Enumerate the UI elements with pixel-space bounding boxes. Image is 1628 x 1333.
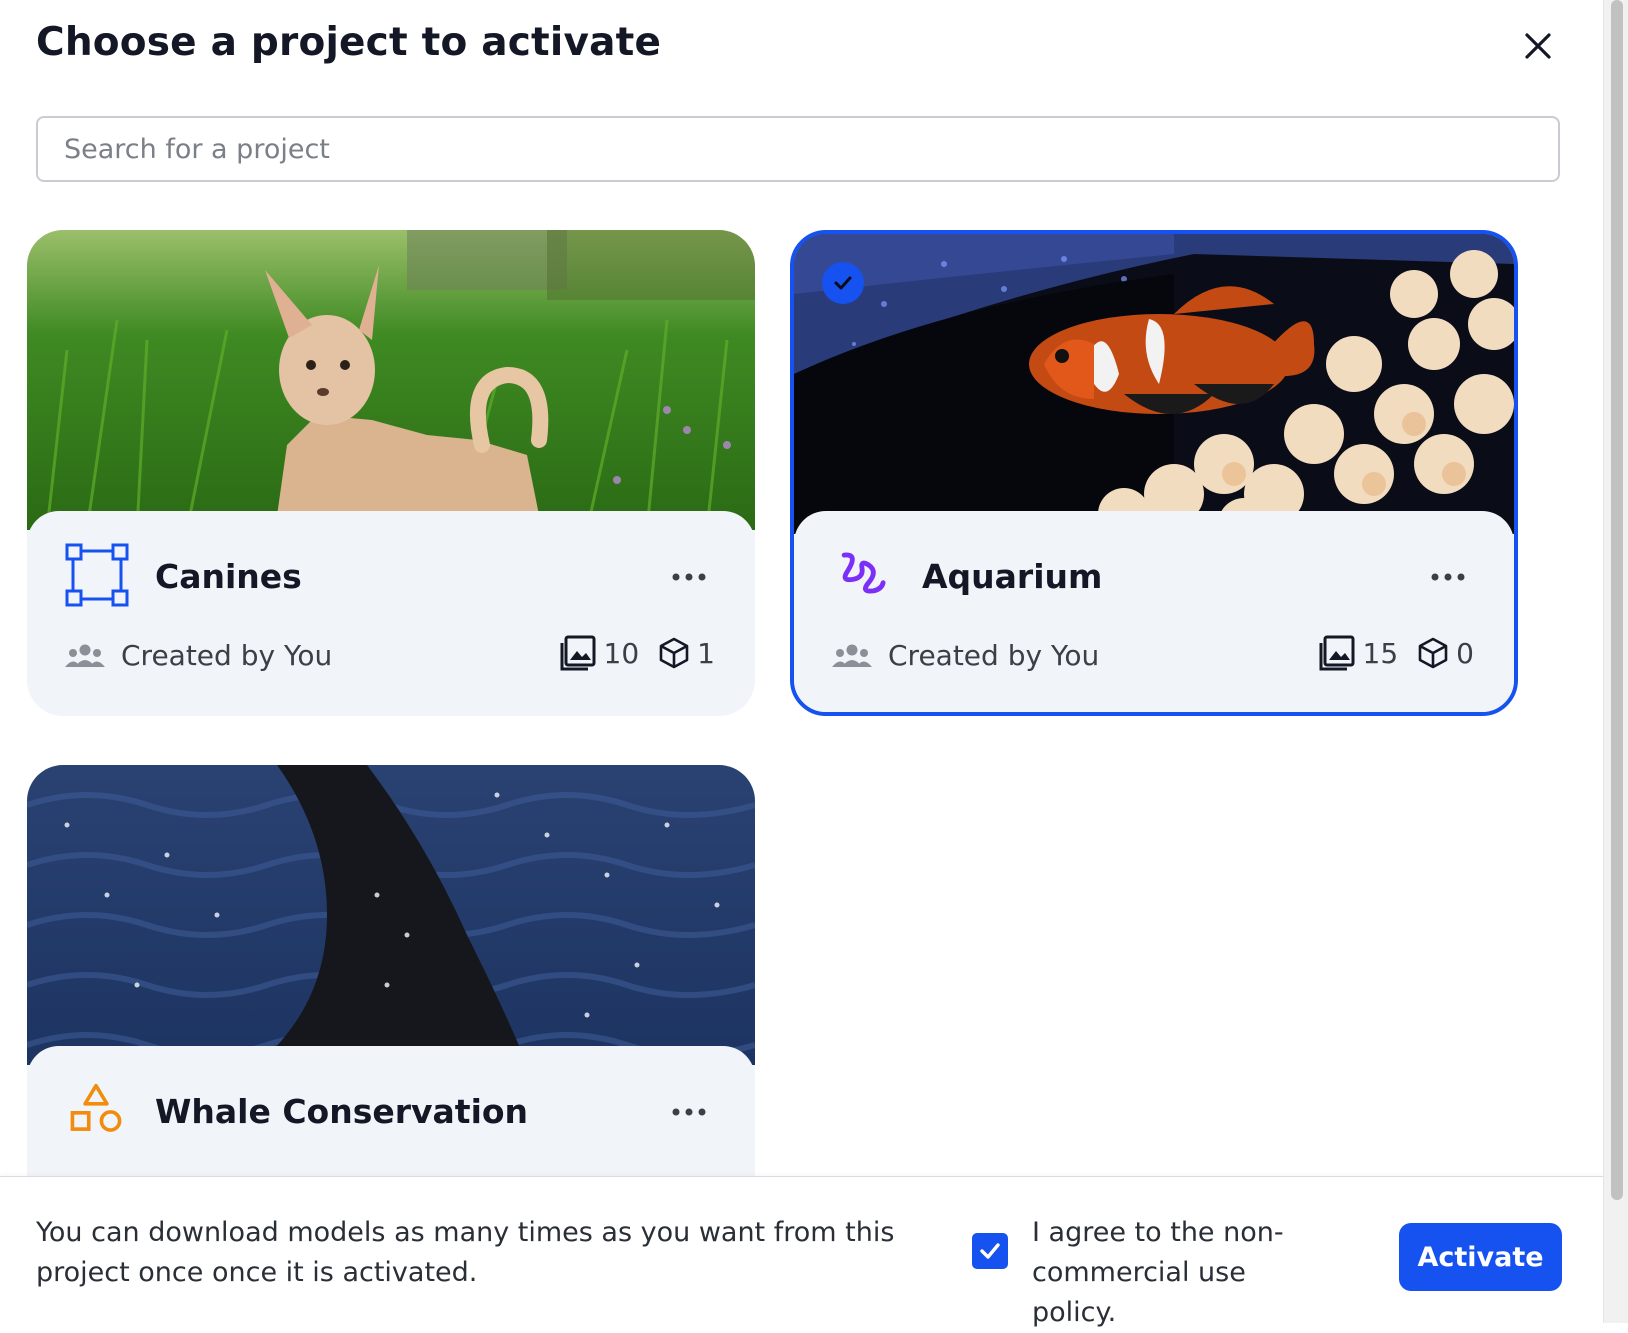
more-options-button[interactable] [1426,565,1470,589]
model-count-stat: 0 [1418,637,1474,670]
project-thumbnail-aquarium [794,234,1514,534]
project-stats: 15 0 [1319,635,1474,671]
scrollbar-thumb[interactable] [1611,0,1623,1200]
more-options-button[interactable] [667,565,711,589]
shapes-icon [70,1083,122,1132]
project-thumbnail-canines [27,230,755,530]
model-count: 1 [697,636,715,670]
model-count: 0 [1456,636,1474,670]
activate-project-dialog: Choose a project to activate Search for … [0,0,1603,1328]
creator-label: Created by You [888,639,1100,672]
cube-icon [1418,637,1448,669]
users-icon [832,644,872,667]
project-name: Canines [155,557,302,596]
agree-policy-checkbox[interactable] [972,1233,1008,1269]
download-info-text: You can download models as many times as… [36,1217,895,1288]
close-button[interactable] [1516,24,1560,68]
images-icon [560,635,596,671]
activate-button[interactable]: Activate [1399,1223,1562,1291]
squiggle-icon [841,552,886,594]
model-count-stat: 1 [659,637,715,670]
image-count-stat: 10 [560,635,640,671]
agree-policy-label: I agree to the non-commercial use policy… [1032,1217,1284,1328]
project-info: Aquarium Created by You 15 0 [794,511,1514,712]
dialog-title: Choose a project to activate [36,20,662,65]
bounding-box-icon [65,543,129,607]
project-name: Whale Conservation [155,1092,529,1131]
dialog-footer: You can download models as many times as… [0,1176,1603,1328]
check-icon [834,276,852,290]
image-count-stat: 15 [1319,635,1399,671]
images-icon [1319,635,1355,671]
users-icon [65,644,105,667]
project-thumbnail-whale-conservation [27,765,755,1065]
selected-check-badge [822,262,864,304]
image-count: 15 [1362,636,1399,670]
project-stats: 10 1 [560,635,715,671]
project-name: Aquarium [922,557,1103,596]
cube-icon [659,637,689,669]
image-count: 10 [603,636,640,670]
project-creator: Created by You [832,639,1099,672]
more-options-button[interactable] [667,1100,711,1124]
more-horizontal-icon [672,1108,706,1116]
scrollbar[interactable] [1603,0,1628,1323]
creator-label: Created by You [121,639,333,672]
search-input[interactable] [36,116,1560,182]
more-horizontal-icon [1431,573,1465,581]
project-creator: Created by You [65,639,332,672]
close-icon [1525,33,1551,59]
project-card-aquarium[interactable]: Aquarium Created by You 15 0 [790,230,1518,716]
check-icon [980,1243,1000,1259]
project-card-canines[interactable]: Canines Created by You 10 1 [27,230,755,716]
more-horizontal-icon [672,573,706,581]
project-info: Canines Created by You 10 1 [27,511,755,716]
